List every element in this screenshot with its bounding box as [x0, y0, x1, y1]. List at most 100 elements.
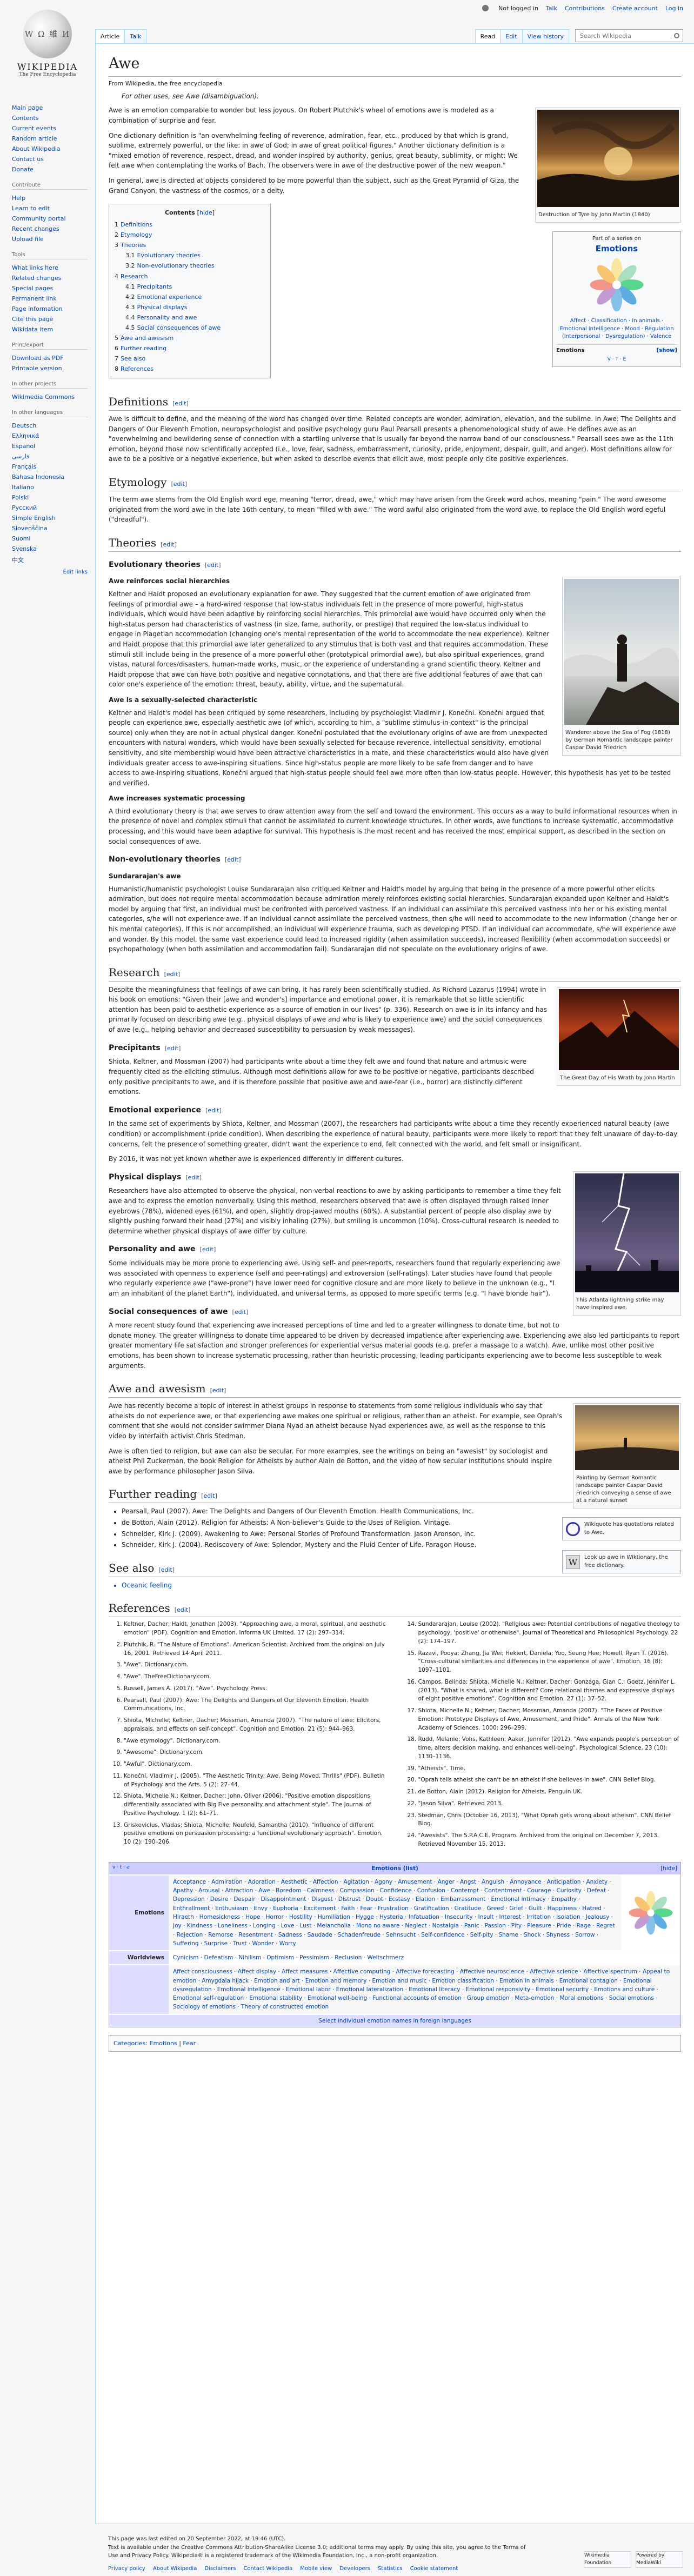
sidebar-item-label[interactable]: Page information	[12, 305, 63, 312]
series-links[interactable]: Affect · Classification · In animals · E…	[556, 317, 677, 341]
edit-section-link[interactable]: edit	[207, 562, 218, 569]
footer-link[interactable]: Privacy policy	[108, 2565, 145, 2573]
lightning-image[interactable]: This Atlanta lightning strike may have i…	[573, 1171, 681, 1316]
edit-section-link[interactable]: edit	[208, 1107, 219, 1114]
footer-link[interactable]: Disclaimers	[204, 2565, 236, 2573]
footer-link[interactable]: About Wikipedia	[153, 2565, 197, 2573]
sidebar-item[interactable]: Contents	[12, 113, 95, 123]
toc-item[interactable]: 3 Theories	[115, 240, 265, 250]
toc-label[interactable]: Personality and awe	[137, 314, 197, 321]
sidebar-item[interactable]: Français	[12, 462, 95, 472]
search-icon[interactable]	[674, 33, 679, 38]
toc-item[interactable]: 2 Etymology	[115, 230, 265, 240]
sidebar-item-label[interactable]: Help	[12, 195, 25, 202]
sidebar-item-label[interactable]: Current events	[12, 125, 56, 132]
sidebar-item-label[interactable]: Français	[12, 463, 36, 470]
plutchik-wheel-icon[interactable]	[587, 255, 646, 315]
edit-section-link[interactable]: edit	[174, 481, 185, 488]
footer-link[interactable]: Statistics	[378, 2565, 403, 2573]
edit-section-link[interactable]: edit	[204, 1492, 215, 1499]
sidebar-item-label[interactable]: Bahasa Indonesia	[12, 473, 64, 481]
tab-talk[interactable]: Talk	[124, 29, 147, 43]
sidebar-item[interactable]: Contact us	[12, 154, 95, 164]
sidebar-item[interactable]: Donate	[12, 164, 95, 175]
toc-label[interactable]: Emotional experience	[137, 293, 202, 301]
sidebar-item[interactable]: Main page	[12, 103, 95, 113]
edit-section-link[interactable]: edit	[227, 856, 238, 863]
tab-view-history[interactable]: View history	[522, 29, 569, 43]
tab-edit[interactable]: Edit	[500, 29, 523, 43]
navbox-footer[interactable]: Select individual emotion names in forei…	[109, 2013, 680, 2027]
sidebar-item-label[interactable]: Simple English	[12, 515, 56, 522]
series-vte-links[interactable]: V · T · E	[556, 356, 677, 363]
sidebar-item[interactable]: Wikidata item	[12, 324, 95, 335]
toc-item[interactable]: 3.1 Evolutionary theories	[115, 250, 265, 261]
toc-item[interactable]: 4.1 Precipitants	[115, 282, 265, 292]
sidebar-item[interactable]: Svenska	[12, 544, 95, 554]
atlanta-lightning-photo[interactable]	[575, 1173, 679, 1292]
series-show-toggle[interactable]: [show]	[657, 347, 677, 355]
sidebar-item-label[interactable]: 中文	[12, 557, 24, 564]
sidebar-item-label[interactable]: Donate	[12, 166, 34, 173]
navbox-hide-toggle[interactable]: [hide]	[660, 1864, 677, 1873]
toc-label[interactable]: Evolutionary theories	[137, 252, 201, 259]
wikiquote-box[interactable]: Wikiquote has quotations related to Awe.	[562, 1517, 681, 1541]
wanderer-image[interactable]: Wanderer above the Sea of Fog (1818) by …	[562, 576, 681, 756]
edit-section-link[interactable]: edit	[202, 1246, 213, 1253]
see-also-link[interactable]: Oceanic feeling	[122, 1580, 681, 1591]
sidebar-item-label[interactable]: Related changes	[12, 275, 62, 282]
toc-label[interactable]: Further reading	[121, 345, 166, 352]
sidebar-item[interactable]: What links here	[12, 263, 95, 273]
series-title[interactable]: Emotions	[556, 243, 677, 255]
categories-label[interactable]: Categories	[114, 2040, 145, 2047]
sidebar-item-label[interactable]: Contact us	[12, 156, 44, 163]
sidebar-item[interactable]: Italiano	[12, 482, 95, 492]
toc-item[interactable]: 6 Further reading	[115, 343, 265, 353]
personal-link[interactable]: Talk	[546, 5, 557, 12]
sidebar-item[interactable]: Related changes	[12, 273, 95, 283]
sidebar-item-label[interactable]: Main page	[12, 104, 43, 111]
sidebar-item-label[interactable]: Русский	[12, 504, 37, 511]
sidebar-item-label[interactable]: What links here	[12, 264, 58, 271]
toc-label[interactable]: Theories	[121, 242, 146, 249]
sidebar-item-label[interactable]: Español	[12, 443, 35, 450]
footer-link[interactable]: Cookie statement	[410, 2565, 458, 2573]
great-day-of-his-wrath-painting[interactable]	[559, 989, 679, 1070]
toc-item[interactable]: 4.5 Social consequences of awe	[115, 323, 265, 333]
sidebar-item-label[interactable]: Learn to edit	[12, 205, 50, 212]
sidebar-item-label[interactable]: Printable version	[12, 365, 62, 372]
sidebar-item[interactable]: Slovenščina	[12, 523, 95, 533]
sidebar-item-label[interactable]: Svenska	[12, 545, 37, 552]
navbox-vte-links[interactable]: v · t · e	[112, 1864, 130, 1872]
sidebar-item-label[interactable]: Italiano	[12, 484, 34, 491]
edit-section-link[interactable]: edit	[167, 1045, 178, 1052]
sidebar-item-label[interactable]: Deutsch	[12, 422, 36, 429]
sidebar-item[interactable]: Page information	[12, 304, 95, 314]
sidebar-item-label[interactable]: Upload file	[12, 236, 44, 243]
great-day-image[interactable]: The Great Day of His Wrath by John Marti…	[557, 986, 681, 1086]
navbox-title[interactable]: Emotions (list)	[371, 1865, 418, 1872]
sidebar-item[interactable]: 中文	[12, 554, 95, 566]
sidebar-item[interactable]: About Wikipedia	[12, 144, 95, 154]
toc-label[interactable]: See also	[121, 355, 145, 362]
sidebar-item-label[interactable]: Polski	[12, 494, 29, 501]
edit-section-link[interactable]: edit	[175, 400, 186, 407]
search-box[interactable]	[575, 29, 683, 42]
sidebar-item-label[interactable]: Cite this page	[12, 316, 53, 323]
sidebar-item[interactable]: Current events	[12, 123, 95, 134]
sidebar-item-label[interactable]: Permanent link	[12, 295, 57, 302]
sidebar-item-label[interactable]: فارسی	[12, 453, 29, 460]
sidebar-item[interactable]: Wikimedia Commons	[12, 392, 95, 402]
sidebar-item-label[interactable]: About Wikipedia	[12, 145, 61, 152]
edit-section-link[interactable]: edit	[161, 1566, 172, 1573]
sidebar-item-label[interactable]: Ελληνικά	[12, 432, 39, 439]
sidebar-item[interactable]: Ελληνικά	[12, 431, 95, 441]
personal-link[interactable]: Contributions	[565, 5, 605, 12]
sidebar-item[interactable]: Upload file	[12, 234, 95, 244]
sidebar-item[interactable]: Recent changes	[12, 224, 95, 234]
lead-image[interactable]: Destruction of Tyre by John Martin (1840…	[535, 108, 681, 223]
sidebar-item[interactable]: Suomi	[12, 533, 95, 544]
navbox-list[interactable]: Affect consciousness · Affect display · …	[169, 1965, 680, 2014]
toc-item[interactable]: 4.2 Emotional experience	[115, 292, 265, 302]
sidebar-item[interactable]: Bahasa Indonesia	[12, 472, 95, 482]
